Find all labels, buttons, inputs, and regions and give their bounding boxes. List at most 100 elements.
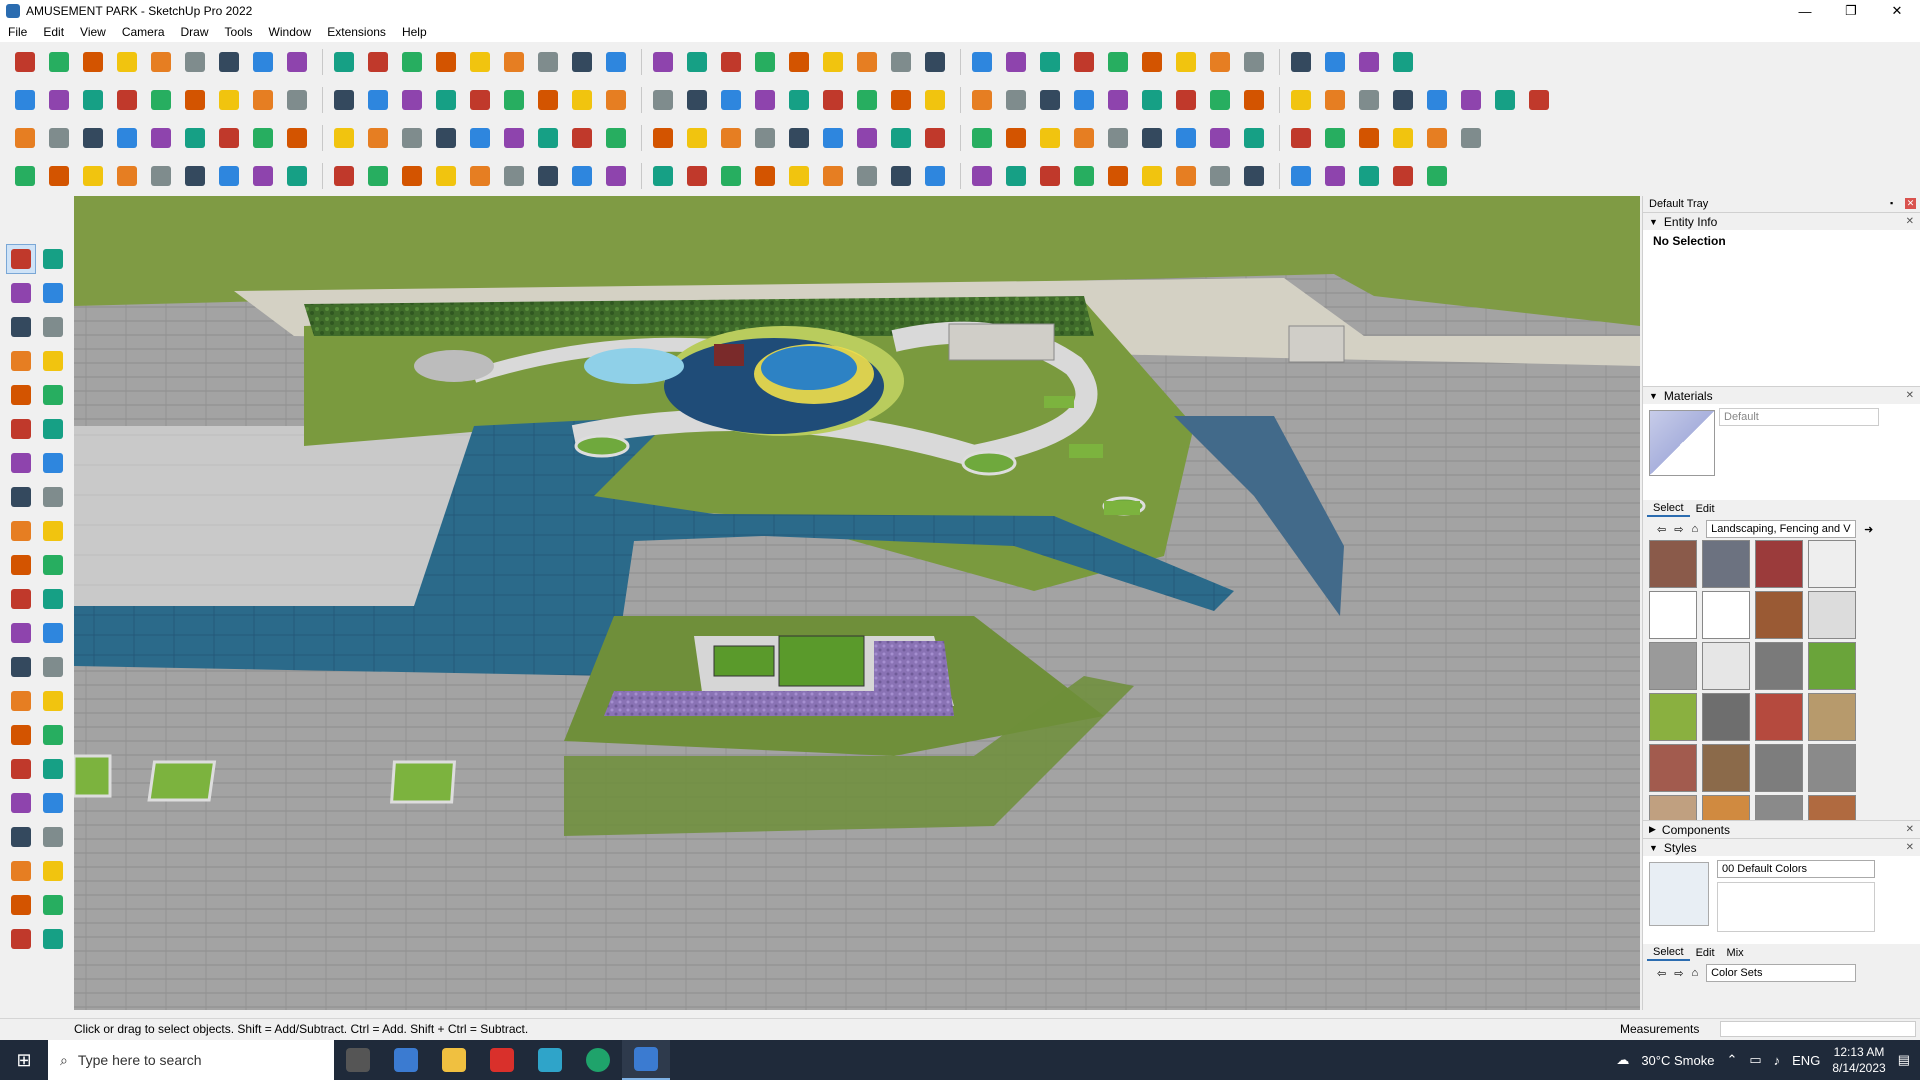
toolbar-tool-icon[interactable] (180, 47, 210, 77)
toolbar-tool-icon[interactable] (363, 161, 393, 191)
toolbar-tool-icon[interactable] (44, 85, 74, 115)
toolbar-tool-icon[interactable] (112, 123, 142, 153)
restore-button[interactable]: ❐ (1828, 0, 1874, 22)
volume-icon[interactable]: ♪ (1774, 1053, 1781, 1068)
toolbar-tool-icon[interactable] (1320, 47, 1350, 77)
tool-icon[interactable] (38, 618, 68, 648)
tool-icon[interactable] (6, 890, 36, 920)
chevron-up-icon[interactable]: ⌃ (1726, 1052, 1737, 1068)
title-bar[interactable]: AMUSEMENT PARK - SketchUp Pro 2022 — ❐ ✕ (0, 0, 1920, 22)
toolbar-tool-icon[interactable] (886, 85, 916, 115)
toolbar-tool-icon[interactable] (431, 123, 461, 153)
material-swatch[interactable] (1755, 591, 1803, 639)
style-description-field[interactable] (1717, 882, 1875, 932)
toolbar-tool-icon[interactable] (1205, 123, 1235, 153)
toolbar-tool-icon[interactable] (1388, 161, 1418, 191)
toolbar-tool-icon[interactable] (1286, 47, 1316, 77)
material-swatch[interactable] (1649, 540, 1697, 588)
toolbar-tool-icon[interactable] (499, 85, 529, 115)
tool-icon[interactable] (6, 652, 36, 682)
toolbar-tool-icon[interactable] (499, 123, 529, 153)
toolbar-tool-icon[interactable] (1239, 85, 1269, 115)
toolbar-tool-icon[interactable] (146, 47, 176, 77)
toolbar-tool-icon[interactable] (1524, 85, 1554, 115)
tool-icon[interactable] (6, 448, 36, 478)
tool-icon[interactable] (6, 822, 36, 852)
toolbar-tool-icon[interactable] (1103, 85, 1133, 115)
forward-arrow-icon[interactable]: ⇨ (1674, 967, 1683, 980)
language-indicator[interactable]: ENG (1792, 1053, 1820, 1068)
toolbar-tool-icon[interactable] (967, 123, 997, 153)
toolbar-tool-icon[interactable] (44, 123, 74, 153)
toolbar-tool-icon[interactable] (852, 85, 882, 115)
toolbar-tool-icon[interactable] (567, 85, 597, 115)
weather-icon[interactable]: ☁ (1616, 1052, 1629, 1068)
tool-icon[interactable] (6, 618, 36, 648)
toolbar-tool-icon[interactable] (1035, 123, 1065, 153)
toolbar-tool-icon[interactable] (1422, 85, 1452, 115)
close-button[interactable]: ✕ (1874, 0, 1920, 22)
toolbar-tool-icon[interactable] (112, 161, 142, 191)
toolbar-tool-icon[interactable] (465, 123, 495, 153)
material-swatch[interactable] (1649, 795, 1697, 820)
home-icon[interactable]: ⌂ (1691, 967, 1698, 979)
toolbar-tool-icon[interactable] (1456, 85, 1486, 115)
material-swatch[interactable] (1755, 795, 1803, 820)
toolbar-tool-icon[interactable] (567, 47, 597, 77)
toolbar-tool-icon[interactable] (818, 161, 848, 191)
material-swatch[interactable] (1755, 744, 1803, 792)
styles-header[interactable]: ▼ Styles ✕ (1643, 838, 1920, 856)
toolbar-tool-icon[interactable] (886, 123, 916, 153)
select-tool-icon[interactable] (6, 244, 36, 274)
toolbar-tool-icon[interactable] (44, 161, 74, 191)
menu-view[interactable]: View (72, 25, 114, 39)
toolbar-tool-icon[interactable] (682, 123, 712, 153)
style-name-field[interactable]: 00 Default Colors (1717, 860, 1875, 878)
sketchup-taskbar-icon[interactable] (622, 1040, 670, 1080)
toolbar-tool-icon[interactable] (180, 85, 210, 115)
panel-close-icon[interactable]: ✕ (1906, 824, 1914, 835)
toolbar-tool-icon[interactable] (601, 161, 631, 191)
toolbar-tool-icon[interactable] (533, 161, 563, 191)
toolbar-tool-icon[interactable] (784, 85, 814, 115)
tool-icon[interactable] (38, 448, 68, 478)
toolbar-tool-icon[interactable] (784, 161, 814, 191)
toolbar-tool-icon[interactable] (1137, 47, 1167, 77)
material-swatch[interactable] (1702, 693, 1750, 741)
toolbar-tool-icon[interactable] (1354, 47, 1384, 77)
start-button[interactable]: ⊞ (0, 1040, 48, 1080)
tool-icon[interactable] (6, 550, 36, 580)
calculator-icon[interactable] (382, 1040, 430, 1080)
toolbar-tool-icon[interactable] (567, 161, 597, 191)
toolbar-tool-icon[interactable] (282, 85, 312, 115)
toolbar-tool-icon[interactable] (1388, 85, 1418, 115)
toolbar-tool-icon[interactable] (1422, 161, 1452, 191)
tool-icon[interactable] (6, 720, 36, 750)
toolbar-tool-icon[interactable] (1490, 85, 1520, 115)
toolbar-tool-icon[interactable] (886, 47, 916, 77)
toolbar-tool-icon[interactable] (1388, 47, 1418, 77)
toolbar-tool-icon[interactable] (1069, 123, 1099, 153)
toolbar-tool-icon[interactable] (967, 161, 997, 191)
menu-extensions[interactable]: Extensions (319, 25, 394, 39)
toolbar-tool-icon[interactable] (648, 47, 678, 77)
tool-icon[interactable] (6, 380, 36, 410)
toolbar-tool-icon[interactable] (180, 123, 210, 153)
menu-window[interactable]: Window (261, 25, 320, 39)
material-swatch[interactable] (1808, 591, 1856, 639)
toolbar-tool-icon[interactable] (248, 47, 278, 77)
toolbar-tool-icon[interactable] (818, 85, 848, 115)
toolbar-tool-icon[interactable] (329, 161, 359, 191)
toolbar-tool-icon[interactable] (1069, 85, 1099, 115)
material-swatch[interactable] (1702, 540, 1750, 588)
toolbar-tool-icon[interactable] (886, 161, 916, 191)
toolbar-tool-icon[interactable] (329, 123, 359, 153)
tool-icon[interactable] (38, 720, 68, 750)
tool-icon[interactable] (6, 312, 36, 342)
toolbar-tool-icon[interactable] (818, 47, 848, 77)
toolbar-tool-icon[interactable] (601, 85, 631, 115)
tab-select[interactable]: Select (1647, 945, 1690, 961)
material-swatch[interactable] (1755, 693, 1803, 741)
toolbar-tool-icon[interactable] (363, 85, 393, 115)
tool-icon[interactable] (6, 788, 36, 818)
